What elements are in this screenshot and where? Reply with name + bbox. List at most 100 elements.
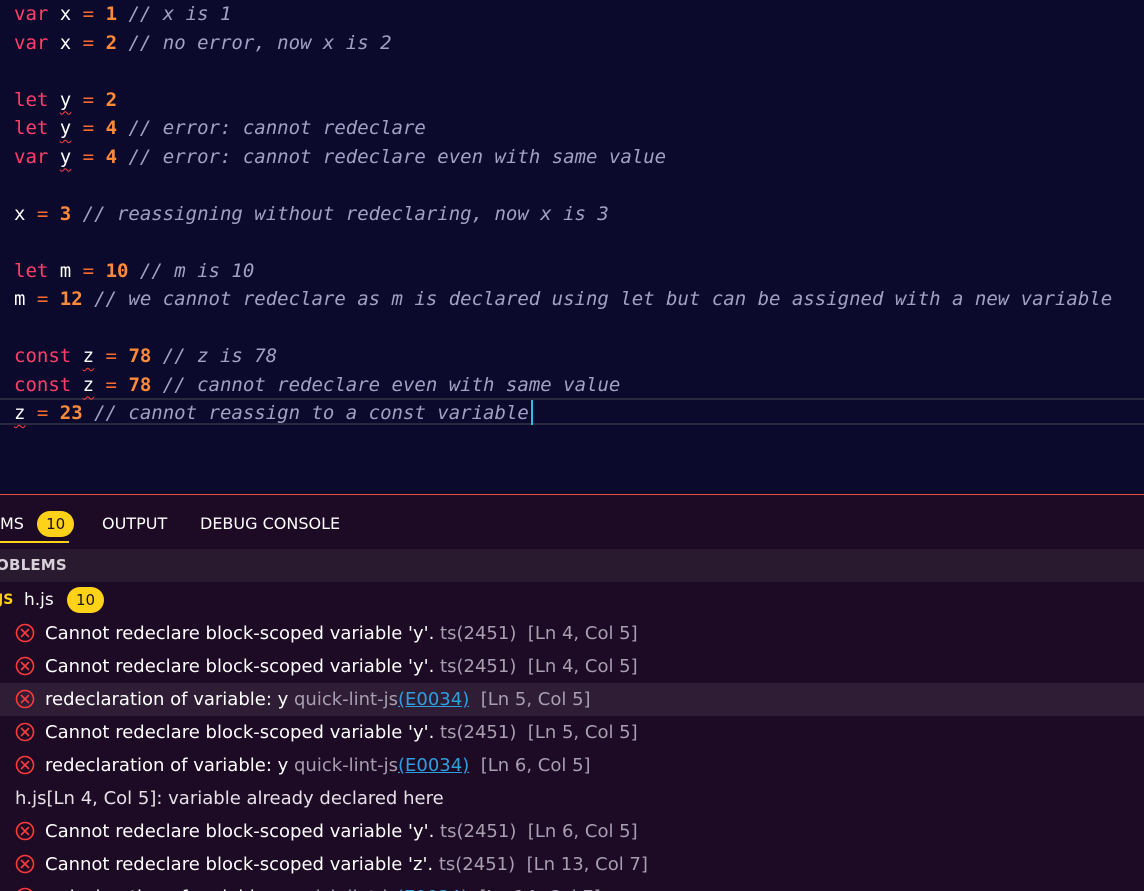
error-token: z bbox=[14, 402, 26, 424]
code-token: // m is 10 bbox=[128, 259, 255, 282]
problem-row[interactable]: redeclaration of variable: z quick-lint-… bbox=[0, 881, 1144, 891]
code-token: var bbox=[14, 145, 49, 168]
text-cursor bbox=[531, 400, 533, 425]
problem-text: Cannot redeclare block-scoped variable '… bbox=[45, 617, 638, 650]
code-token: = bbox=[94, 373, 129, 396]
problem-text: Cannot redeclare block-scoped variable '… bbox=[45, 716, 638, 749]
code-token: = bbox=[71, 88, 106, 111]
problem-row[interactable]: Cannot redeclare block-scoped variable '… bbox=[0, 650, 1144, 683]
code-token: // error: cannot redeclare even with sam… bbox=[117, 145, 667, 168]
error-token: z bbox=[82, 373, 95, 396]
problem-row[interactable]: redeclaration of variable: y quick-lint-… bbox=[0, 749, 1144, 782]
tab-problems-label: MS bbox=[0, 514, 24, 533]
code-token: 78 bbox=[128, 345, 152, 367]
error-icon bbox=[15, 689, 35, 709]
problem-row[interactable]: Cannot redeclare block-scoped variable '… bbox=[0, 617, 1144, 650]
code-token: 4 bbox=[105, 145, 118, 168]
error-token: y bbox=[59, 117, 72, 139]
code-token: m bbox=[59, 259, 72, 282]
problem-message: Cannot redeclare block-scoped variable '… bbox=[45, 722, 435, 743]
related-info-row[interactable]: h.js[Ln 4, Col 5]: variable already decl… bbox=[15, 782, 444, 815]
code-line: var x = 2 // no error, now x is 2 bbox=[14, 29, 392, 57]
code-line: z = 23 // cannot reassign to a const var… bbox=[14, 399, 529, 427]
problem-text: Cannot redeclare block-scoped variable '… bbox=[45, 650, 638, 683]
problem-row[interactable]: Cannot redeclare block-scoped variable '… bbox=[0, 848, 1144, 881]
code-token: = bbox=[71, 31, 106, 54]
problem-message: redeclaration of variable: y bbox=[45, 755, 289, 776]
code-editor[interactable]: var x = 1 // x is 1 var x = 2 // no error… bbox=[0, 0, 1144, 494]
code-token: = bbox=[71, 3, 106, 25]
code-token: // reassigning without redeclaring, now … bbox=[71, 202, 609, 225]
code-token: x bbox=[59, 31, 72, 54]
problem-row[interactable]: Cannot redeclare block-scoped variable '… bbox=[0, 815, 1144, 848]
problem-location: [Ln 6, Col 5] bbox=[527, 821, 638, 842]
code-line: const z = 78 // cannot redeclare even wi… bbox=[14, 371, 620, 399]
problem-text: redeclaration of variable: y quick-lint-… bbox=[45, 683, 591, 716]
code-token: // z is 78 bbox=[151, 345, 278, 367]
code-token: 2 bbox=[105, 88, 118, 111]
problem-code-link[interactable]: (E0034) bbox=[397, 887, 468, 891]
problem-code-link[interactable]: (E0034) bbox=[398, 689, 469, 710]
problems-section-header[interactable]: OBLEMS bbox=[0, 549, 1144, 582]
code-token: // cannot reassign to a const variable bbox=[82, 402, 529, 424]
problem-source: quick-lint-js bbox=[294, 755, 398, 776]
problem-text: Cannot redeclare block-scoped variable '… bbox=[45, 815, 638, 848]
error-icon bbox=[15, 656, 35, 676]
code-token: = bbox=[25, 202, 60, 225]
problem-text: redeclaration of variable: y quick-lint-… bbox=[45, 749, 591, 782]
error-icon bbox=[15, 755, 35, 775]
problem-message: Cannot redeclare block-scoped variable '… bbox=[45, 656, 435, 677]
code-token: = bbox=[25, 402, 60, 424]
code-line: let y = 2 bbox=[14, 86, 117, 114]
code-token: // cannot redeclare even with same value bbox=[151, 373, 621, 396]
code-token: let bbox=[14, 117, 49, 139]
problem-location: [Ln 6, Col 5] bbox=[480, 755, 591, 776]
code-token: let bbox=[14, 88, 49, 111]
tab-problems[interactable]: MS 10 bbox=[0, 511, 75, 537]
javascript-file-icon: JS bbox=[0, 592, 14, 608]
problem-row[interactable]: redeclaration of variable: y quick-lint-… bbox=[0, 683, 1144, 716]
problem-file-group[interactable]: JS h.js 10 bbox=[0, 585, 1144, 615]
code-token: var bbox=[14, 31, 49, 54]
code-line: let y = 4 // error: cannot redeclare bbox=[14, 114, 426, 142]
problem-source: quick-lint-js bbox=[294, 689, 398, 710]
error-icon bbox=[15, 854, 35, 874]
error-token: y bbox=[59, 88, 72, 111]
code-token: // no error, now x is 2 bbox=[117, 31, 392, 54]
code-token: 1 bbox=[105, 3, 118, 25]
code-token: // error: cannot redeclare bbox=[117, 117, 426, 139]
code-token: = bbox=[25, 288, 60, 310]
error-icon bbox=[15, 821, 35, 841]
problem-source: ts(2451) bbox=[440, 656, 517, 677]
problem-location: [Ln 5, Col 5] bbox=[527, 722, 638, 743]
code-token: 10 bbox=[105, 259, 129, 282]
code-line: x = 3 // reassigning without redeclaring… bbox=[14, 200, 609, 228]
error-token: y bbox=[59, 145, 72, 168]
file-problems-count-badge: 10 bbox=[67, 587, 105, 613]
problem-source: ts(2451) bbox=[438, 854, 516, 875]
problem-location: [Ln 4, Col 5] bbox=[527, 623, 638, 644]
code-token: = bbox=[71, 259, 106, 282]
problem-message: redeclaration of variable: z bbox=[45, 887, 287, 891]
code-line: let m = 10 // m is 10 bbox=[14, 257, 254, 285]
code-token: 78 bbox=[128, 373, 152, 396]
code-token: 2 bbox=[105, 31, 118, 54]
bottom-panel: MS 10 OUTPUT DEBUG CONSOLE OBLEMS JS h.j… bbox=[0, 494, 1144, 891]
problem-message: Cannot redeclare block-scoped variable '… bbox=[45, 623, 435, 644]
tab-output[interactable]: OUTPUT bbox=[102, 511, 167, 537]
code-token: 4 bbox=[105, 117, 118, 139]
tab-debug-console[interactable]: DEBUG CONSOLE bbox=[200, 511, 340, 537]
code-token: // x is 1 bbox=[117, 3, 232, 25]
problem-location: [Ln 4, Col 5] bbox=[527, 656, 638, 677]
error-icon bbox=[15, 722, 35, 742]
problems-header-label: OBLEMS bbox=[0, 556, 67, 574]
problem-code-link[interactable]: (E0034) bbox=[398, 755, 469, 776]
problem-location: [Ln 13, Col 7] bbox=[526, 854, 648, 875]
code-token: 23 bbox=[59, 402, 83, 424]
problem-row[interactable]: Cannot redeclare block-scoped variable '… bbox=[0, 716, 1144, 749]
